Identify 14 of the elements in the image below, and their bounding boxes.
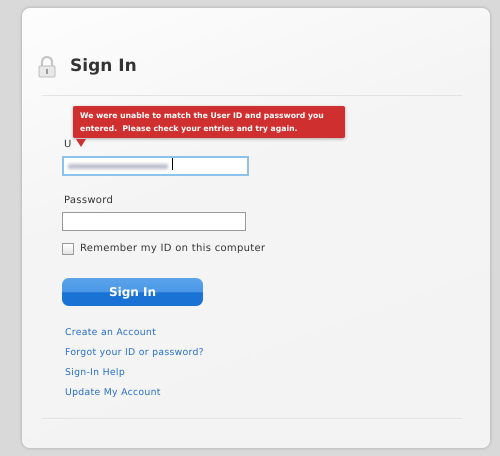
field-label: U <box>64 138 72 152</box>
password-field[interactable] <box>62 212 246 231</box>
page-title: Sign In <box>70 54 137 78</box>
help-link[interactable]: Create an Account <box>65 324 156 341</box>
user-id-field[interactable] <box>62 156 249 176</box>
lock-icon <box>38 56 56 78</box>
help-link[interactable]: Update My Account <box>65 384 161 401</box>
remember-checkbox[interactable] <box>62 242 74 254</box>
sign-in-button[interactable]: Sign In <box>62 278 203 306</box>
help-link[interactable]: Forgot your ID or password? <box>65 344 204 361</box>
help-link[interactable]: Sign-In Help <box>65 364 126 381</box>
field-label: Password <box>64 194 114 208</box>
checkbox-label: Remember my ID on this computer <box>80 242 266 256</box>
text-cursor <box>172 158 173 170</box>
